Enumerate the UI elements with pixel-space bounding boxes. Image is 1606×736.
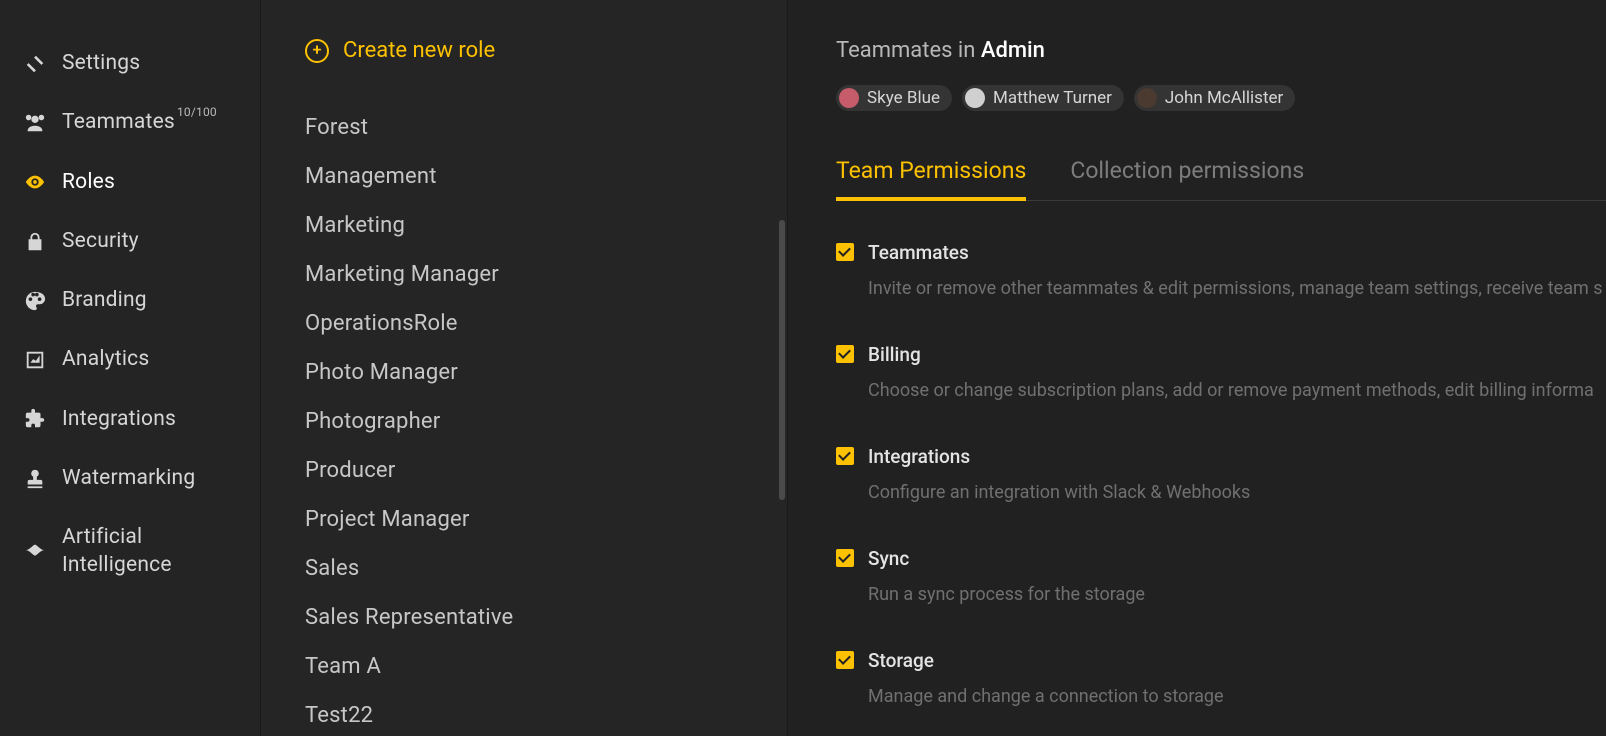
permission-description: Invite or remove other teammates & edit … xyxy=(868,278,1603,299)
puzzle-icon xyxy=(20,408,50,430)
sidebar-item-label: Settings xyxy=(62,50,140,77)
sidebar-item-label: Artificial Intelligence xyxy=(62,524,222,579)
current-role-name: Admin xyxy=(981,38,1045,63)
ai-icon xyxy=(20,541,50,563)
permission-checkbox[interactable] xyxy=(836,447,854,465)
sidebar-item-security[interactable]: Security xyxy=(0,212,260,271)
permission-checkbox[interactable] xyxy=(836,243,854,261)
sidebar-item-settings[interactable]: Settings xyxy=(0,34,260,93)
scrollbar-thumb[interactable] xyxy=(779,220,785,500)
role-item[interactable]: Photo Manager xyxy=(261,348,787,397)
plus-circle-icon: + xyxy=(305,39,329,63)
sidebar-item-roles[interactable]: Roles xyxy=(0,153,260,212)
permission-description: Choose or change subscription plans, add… xyxy=(868,380,1594,401)
sidebar-item-branding[interactable]: Branding xyxy=(0,271,260,330)
sidebar-item-label: Integrations xyxy=(62,406,176,433)
create-role-label: Create new role xyxy=(343,38,495,63)
sidebar-item-label: Roles xyxy=(62,169,115,196)
role-item[interactable]: Sales Representative xyxy=(261,593,787,642)
main-panel: Teammates in Admin Skye Blue Matthew Turn… xyxy=(788,0,1606,736)
stamp-icon xyxy=(20,468,50,490)
role-item[interactable]: Photographer xyxy=(261,397,787,446)
role-item[interactable]: Team A xyxy=(261,642,787,691)
role-item[interactable]: OperationsRole xyxy=(261,299,787,348)
sidebar-item-analytics[interactable]: Analytics xyxy=(0,330,260,389)
role-item[interactable]: Management xyxy=(261,152,787,201)
role-item[interactable]: Test22 xyxy=(261,691,787,736)
permission-row: TeammatesInvite or remove other teammate… xyxy=(836,243,1586,299)
teammates-icon xyxy=(20,112,50,134)
permission-title: Storage xyxy=(868,649,1224,672)
create-role-button[interactable]: + Create new role xyxy=(261,38,787,63)
sidebar-item-label: Teammates xyxy=(62,109,175,136)
role-list: ForestManagementMarketingMarketing Manag… xyxy=(261,103,787,736)
teammate-count-badge: 10/100 xyxy=(177,105,217,121)
role-list-panel: + Create new role ForestManagementMarket… xyxy=(260,0,788,736)
palette-icon xyxy=(20,290,50,312)
avatar xyxy=(839,88,859,108)
permission-title: Billing xyxy=(868,343,1594,366)
permission-description: Run a sync process for the storage xyxy=(868,584,1145,605)
teammate-chip[interactable]: John McAllister xyxy=(1134,85,1295,111)
settings-icon xyxy=(20,53,50,75)
teammate-name: Matthew Turner xyxy=(993,88,1112,108)
role-item[interactable]: Producer xyxy=(261,446,787,495)
permission-row: Storage Manage and change a connection to… xyxy=(836,651,1586,707)
sidebar-item-label: Branding xyxy=(62,287,147,314)
sidebar: Settings Teammates 10/100 Roles Security xyxy=(0,0,260,736)
tab-collection-permissions[interactable]: Collection permissions xyxy=(1070,157,1304,200)
teammate-name: Skye Blue xyxy=(867,88,940,108)
sidebar-item-watermarking[interactable]: Watermarking xyxy=(0,449,260,508)
sidebar-item-ai[interactable]: Artificial Intelligence xyxy=(0,508,260,595)
role-item[interactable]: Project Manager xyxy=(261,495,787,544)
permission-list: Teammates Invite or remove other teammate… xyxy=(836,243,1606,707)
role-item[interactable]: Marketing Manager xyxy=(261,250,787,299)
teammate-name: John McAllister xyxy=(1165,88,1283,108)
sidebar-item-label: Analytics xyxy=(62,346,149,373)
analytics-icon xyxy=(20,349,50,371)
sidebar-item-label: Watermarking xyxy=(62,465,195,492)
teammates-title-prefix: Teammates in xyxy=(836,38,981,63)
permission-row: BillingChoose or change subscription pla… xyxy=(836,345,1586,401)
role-item[interactable]: Sales xyxy=(261,544,787,593)
permission-title: Teammates xyxy=(868,241,1603,264)
permission-checkbox[interactable] xyxy=(836,651,854,669)
role-item[interactable]: Forest xyxy=(261,103,787,152)
lock-icon xyxy=(20,231,50,253)
permission-row: Sync Run a sync process for the storage xyxy=(836,549,1586,605)
teammate-chip[interactable]: Matthew Turner xyxy=(962,85,1124,111)
teammates-title: Teammates in Admin xyxy=(836,38,1606,63)
avatar xyxy=(1137,88,1157,108)
sidebar-item-teammates[interactable]: Teammates 10/100 xyxy=(0,93,260,152)
permission-description: Configure an integration with Slack & We… xyxy=(868,482,1250,503)
tab-team-permissions[interactable]: Team Permissions xyxy=(836,157,1026,200)
roles-icon xyxy=(20,171,50,193)
permission-description: Manage and change a connection to storag… xyxy=(868,686,1224,707)
permission-title: Integrations xyxy=(868,445,1250,468)
permission-row: Integrations Configure an integration wit… xyxy=(836,447,1586,503)
permission-checkbox[interactable] xyxy=(836,549,854,567)
permission-title: Sync xyxy=(868,547,1145,570)
teammate-chip[interactable]: Skye Blue xyxy=(836,85,952,111)
permission-checkbox[interactable] xyxy=(836,345,854,363)
permission-tabs: Team Permissions Collection permissions xyxy=(836,157,1606,201)
teammate-chip-row: Skye Blue Matthew Turner John McAllister xyxy=(836,85,1606,111)
sidebar-item-integrations[interactable]: Integrations xyxy=(0,390,260,449)
sidebar-item-label: Security xyxy=(62,228,139,255)
role-item[interactable]: Marketing xyxy=(261,201,787,250)
avatar xyxy=(965,88,985,108)
